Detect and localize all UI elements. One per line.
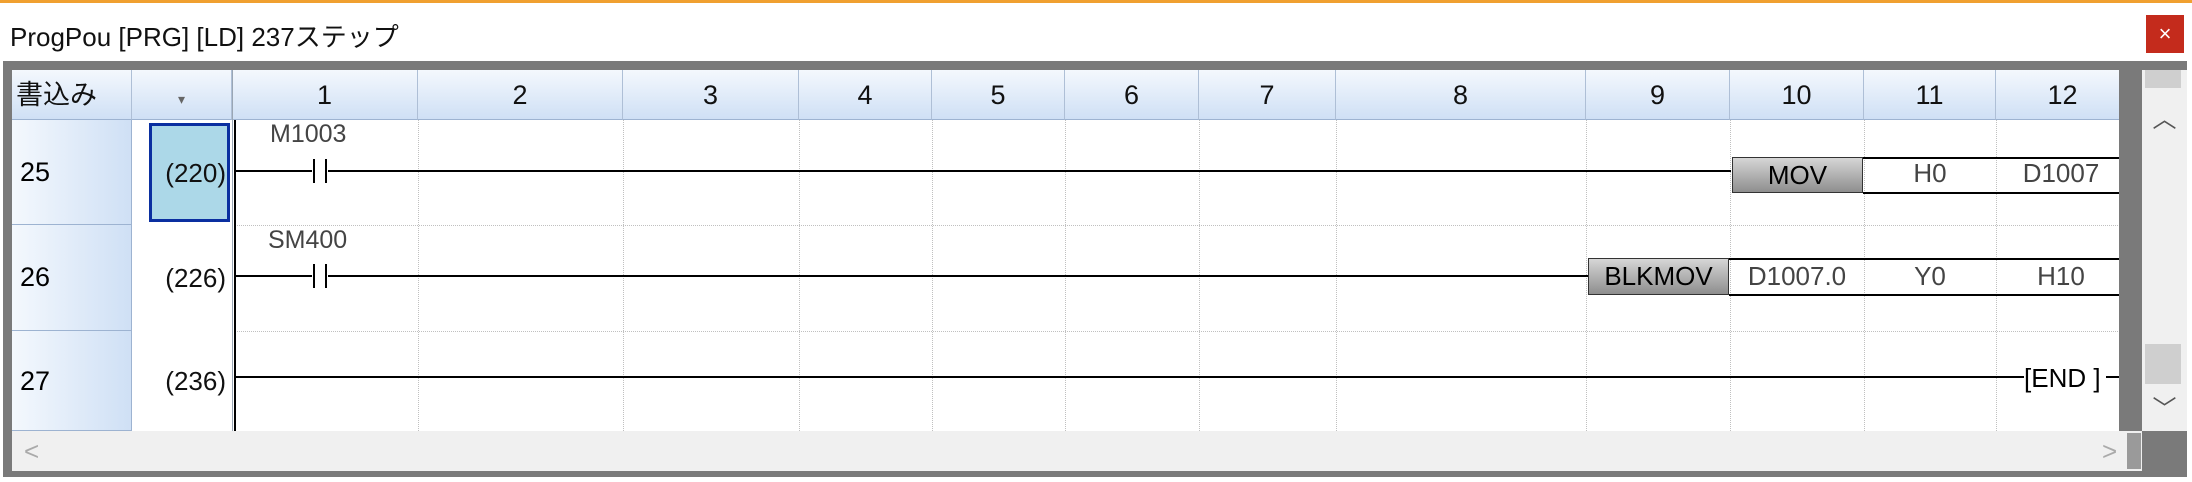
rung-26-wire bbox=[234, 264, 1588, 288]
row-number-27[interactable]: 27 bbox=[12, 331, 132, 431]
rung-27-end-wire bbox=[2106, 376, 2119, 378]
rung-27-wire bbox=[236, 376, 2024, 378]
horizontal-scrollbar[interactable]: < > bbox=[12, 431, 2142, 471]
row-number-26[interactable]: 26 bbox=[12, 225, 132, 331]
column-header-6: 6 bbox=[1065, 70, 1199, 120]
step-number-226: (226) bbox=[165, 263, 226, 293]
step-number-220: (220) bbox=[165, 158, 226, 188]
ladder-grid[interactable]: 書込み ▾ 1 2 3 4 5 6 7 8 9 10 11 12 25 26 2… bbox=[12, 70, 2119, 431]
column-header-row: 書込み ▾ 1 2 3 4 5 6 7 8 9 10 11 12 bbox=[12, 70, 2119, 120]
column-header-9: 9 bbox=[1586, 70, 1730, 120]
rung-25-wire bbox=[234, 159, 1731, 183]
title-bar: ProgPou [PRG] [LD] 237ステップ × bbox=[0, 3, 2192, 61]
grid-line bbox=[234, 225, 2119, 226]
fb-bottom-wire bbox=[1863, 192, 2119, 194]
scroll-left-icon[interactable]: < bbox=[24, 431, 39, 471]
scroll-right-icon[interactable]: > bbox=[2102, 431, 2117, 471]
contact-device-label: M1003 bbox=[270, 120, 347, 148]
vertical-scroll-thumb[interactable] bbox=[2145, 344, 2181, 384]
operand-d1007: D1007 bbox=[2022, 158, 2100, 188]
close-button[interactable]: × bbox=[2146, 15, 2184, 53]
column-header-2: 2 bbox=[418, 70, 623, 120]
mode-header: 書込み bbox=[12, 70, 132, 120]
operand-y0: Y0 bbox=[1914, 261, 1946, 291]
instruction-blkmov[interactable]: BLKMOV bbox=[1588, 258, 1729, 295]
operand-h10: H10 bbox=[2037, 261, 2085, 291]
window-title: ProgPou [PRG] [LD] 237ステップ bbox=[10, 22, 399, 52]
column-header-3: 3 bbox=[623, 70, 799, 120]
scroll-up-icon[interactable]: ︿ bbox=[2142, 100, 2187, 140]
column-header-12: 12 bbox=[1996, 70, 2119, 120]
contact-device-label: SM400 bbox=[268, 226, 348, 254]
operand-h0: H0 bbox=[1913, 158, 1947, 188]
instruction-mov[interactable]: MOV bbox=[1732, 157, 1863, 193]
fb-top-wire bbox=[1729, 258, 2119, 260]
horizontal-scroll-thumb[interactable] bbox=[2127, 433, 2141, 469]
operand-d1007-0: D1007.0 bbox=[1747, 261, 1847, 291]
column-header-8: 8 bbox=[1336, 70, 1586, 120]
column-header-4: 4 bbox=[799, 70, 932, 120]
column-header-1: 1 bbox=[232, 70, 418, 120]
grid-line bbox=[234, 331, 2119, 332]
step-number-236: (236) bbox=[165, 366, 226, 396]
vertical-scroll-top bbox=[2145, 70, 2181, 88]
column-header-7: 7 bbox=[1199, 70, 1336, 120]
column-header-5: 5 bbox=[932, 70, 1065, 120]
mode-label: 書込み bbox=[16, 80, 97, 110]
column-header-11: 11 bbox=[1864, 70, 1996, 120]
column-header-10: 10 bbox=[1730, 70, 1864, 120]
row-number-25[interactable]: 25 bbox=[12, 120, 132, 225]
scroll-down-icon[interactable]: ﹀ bbox=[2142, 390, 2187, 430]
fb-bottom-wire bbox=[1729, 294, 2119, 296]
end-instruction[interactable]: [END ] bbox=[2024, 363, 2101, 394]
